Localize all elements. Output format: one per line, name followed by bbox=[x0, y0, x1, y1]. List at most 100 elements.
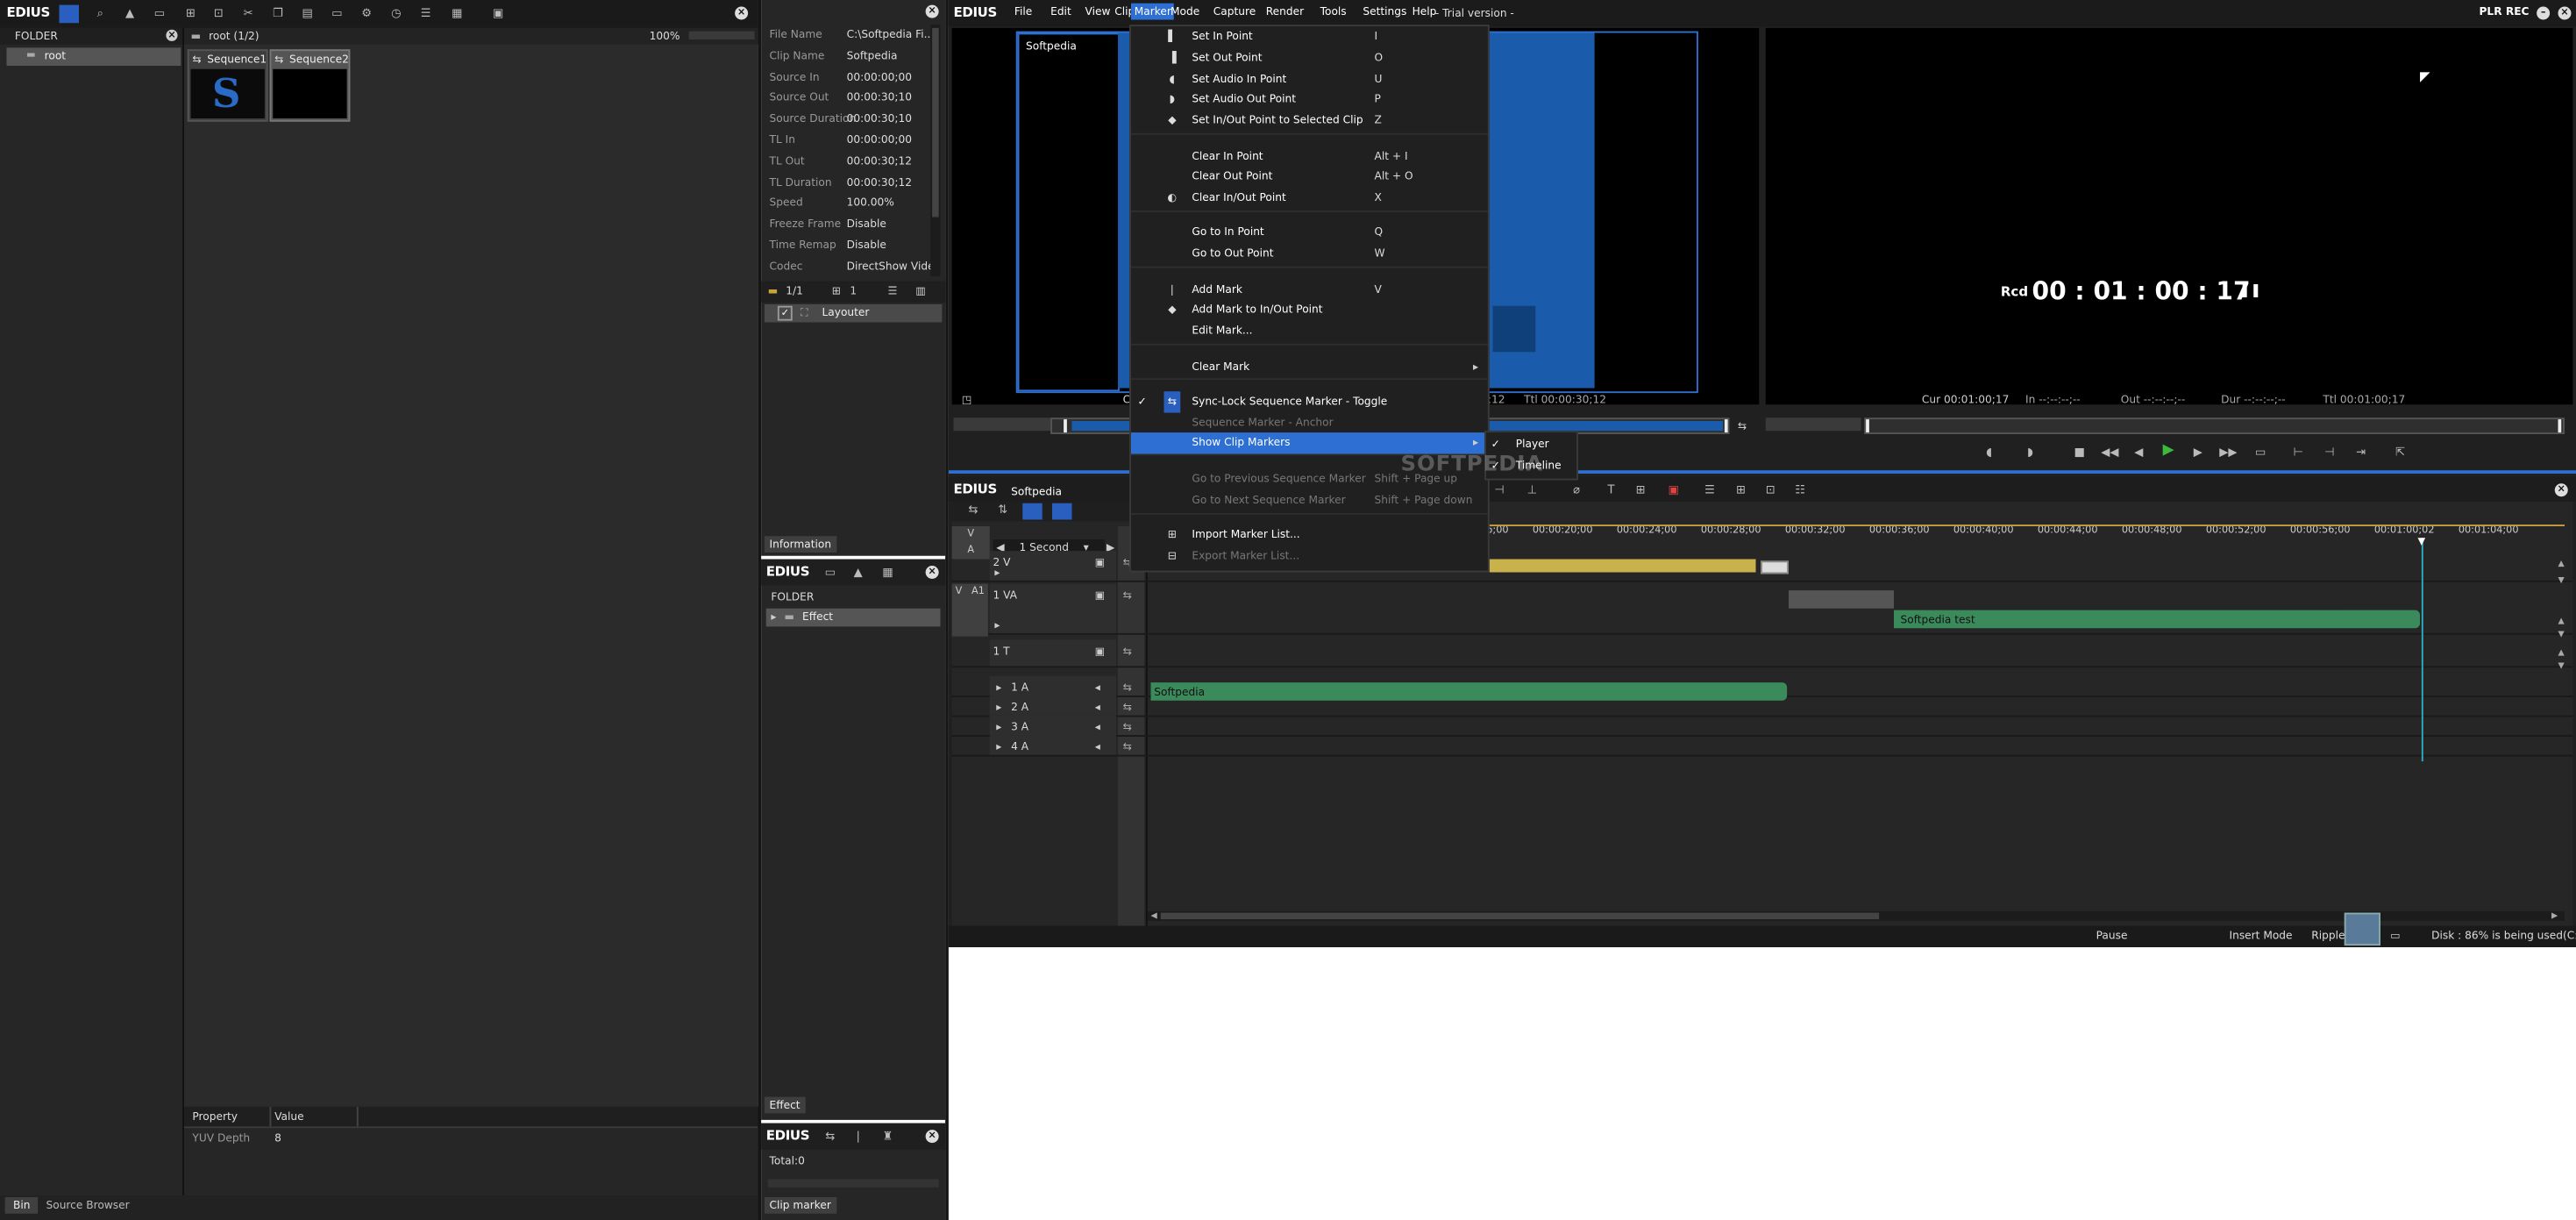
timeline-settings-icon[interactable]: ☷ bbox=[1792, 483, 1809, 498]
recorder-jog[interactable] bbox=[1765, 417, 1861, 432]
match-frame-icon[interactable]: ⇥ bbox=[2352, 446, 2369, 460]
render-icon[interactable]: ▣ bbox=[1665, 483, 1682, 498]
cut-icon[interactable]: ⊣ bbox=[1491, 483, 1508, 498]
track-lock-icon[interactable]: ▣ bbox=[1095, 556, 1106, 569]
loop-icon[interactable]: ▭ bbox=[2252, 446, 2269, 460]
insert-icon[interactable]: ⊢ bbox=[2290, 446, 2307, 460]
export-icon[interactable]: ⇱ bbox=[2392, 446, 2409, 460]
tab-bin[interactable]: Bin bbox=[4, 1197, 39, 1214]
expand-arrow-icon[interactable]: ▸ bbox=[996, 720, 1001, 733]
player-jog[interactable] bbox=[953, 417, 1051, 432]
add-track-icon[interactable]: ⊞ bbox=[1633, 483, 1649, 498]
folder-view-icon[interactable] bbox=[59, 4, 79, 24]
menu-item-edit-mark[interactable]: Edit Mark... bbox=[1131, 321, 1488, 342]
sync-lock-icon[interactable]: ⇆ bbox=[1123, 681, 1132, 694]
up-folder-icon[interactable]: ▲ bbox=[122, 7, 139, 22]
copy-icon[interactable]: ❐ bbox=[270, 7, 287, 22]
sequence-marker-icon[interactable]: ⇆ bbox=[822, 1130, 839, 1145]
cut-icon[interactable]: ✂ bbox=[240, 7, 257, 22]
va-patch[interactable]: V A1 bbox=[951, 583, 988, 637]
sync-lock-icon[interactable]: ⇆ bbox=[1123, 645, 1132, 658]
track-header[interactable]: ▸ 1 A ◂ bbox=[989, 675, 1117, 696]
overwrite-icon[interactable]: ⊣ bbox=[2322, 446, 2338, 460]
view-mode-icon[interactable]: ▦ bbox=[879, 566, 896, 581]
mode-icon[interactable]: ⇆ bbox=[965, 503, 982, 518]
view-mode-icon[interactable]: ▦ bbox=[449, 7, 466, 22]
minimize-icon[interactable]: – bbox=[2537, 6, 2551, 20]
menu-item-clear-out-point[interactable]: Clear Out Point Alt + O bbox=[1131, 167, 1488, 188]
speaker-icon[interactable]: ◂ bbox=[1095, 701, 1100, 714]
effect-list-item-layouter[interactable]: ✓ ⛶ Layouter bbox=[764, 303, 943, 323]
menu-item-set-in-out-point-to-selected-clip[interactable]: ◆ Set In/Out Point to Selected Clip Z bbox=[1131, 111, 1488, 132]
scroll-down-icon[interactable]: ▼ bbox=[2558, 575, 2565, 585]
scroll-left-icon[interactable]: ◀ bbox=[1151, 911, 1157, 921]
open-folder-icon[interactable]: ▭ bbox=[152, 7, 168, 22]
timeline-clip[interactable]: Softpedia bbox=[1150, 682, 1788, 701]
expand-arrow-icon[interactable]: ▸ bbox=[771, 610, 776, 624]
tab-clip-marker[interactable]: Clip marker bbox=[764, 1197, 836, 1214]
close-icon[interactable]: × bbox=[2558, 6, 2572, 20]
menu-item-go-to-in-point[interactable]: Go to In Point Q bbox=[1131, 223, 1488, 244]
rewind-icon[interactable]: ◀◀ bbox=[2101, 446, 2118, 460]
sync-icon[interactable]: ⊞ bbox=[1733, 483, 1749, 498]
close-icon[interactable]: × bbox=[166, 29, 178, 41]
track-header[interactable]: ▸ 4 A ◂ bbox=[989, 735, 1117, 755]
clip-thumbnail[interactable]: ⇆ Sequence2 bbox=[269, 49, 351, 122]
tab-effect[interactable]: Effect bbox=[764, 1096, 806, 1114]
safe-area-icon[interactable]: ◳ bbox=[962, 393, 972, 406]
timeline-cursor[interactable] bbox=[2421, 538, 2423, 762]
group-icon[interactable] bbox=[1052, 503, 1072, 520]
menu-item-sync-lock-sequence-marker-toggle[interactable]: ⇆ ✓ Sync-Lock Sequence Marker - Toggle bbox=[1131, 390, 1488, 412]
sync-lock-icon[interactable]: ⇆ bbox=[1123, 720, 1132, 733]
paste-icon[interactable]: ▤ bbox=[299, 7, 316, 22]
bin-settings-icon[interactable]: ▣ bbox=[490, 7, 507, 22]
add-mark-icon[interactable]: ❘ bbox=[850, 1130, 866, 1145]
close-icon[interactable]: × bbox=[925, 566, 939, 579]
sync-icon[interactable]: ⇆ bbox=[1738, 419, 1747, 432]
scroll-down-icon[interactable]: ▼ bbox=[2558, 630, 2565, 639]
scrollbar[interactable] bbox=[930, 25, 941, 276]
checkbox[interactable]: ✓ bbox=[777, 305, 793, 321]
close-icon[interactable]: × bbox=[735, 6, 749, 20]
new-sequence-icon[interactable]: ⊞ bbox=[182, 7, 199, 22]
scroll-right-icon[interactable]: ▶ bbox=[2551, 911, 2558, 921]
folder-icon[interactable]: ▭ bbox=[822, 566, 839, 581]
scroll-up-icon[interactable]: ▲ bbox=[2558, 648, 2565, 658]
menu-item-go-to-out-point[interactable]: Go to Out Point W bbox=[1131, 244, 1488, 265]
expand-arrow-icon[interactable]: ▸ bbox=[996, 681, 1001, 694]
track-header[interactable]: ▸ 2 A ◂ bbox=[989, 696, 1117, 716]
list-view-icon[interactable]: ☰ bbox=[417, 7, 434, 22]
menu-settings[interactable]: Settings bbox=[1360, 4, 1411, 20]
recorder-position-slider[interactable] bbox=[1864, 417, 2565, 434]
menu-item-set-audio-out-point[interactable]: ◗ Set Audio Out Point P bbox=[1131, 89, 1488, 111]
set-in-icon[interactable]: ◖ bbox=[1981, 446, 1997, 460]
close-icon[interactable]: × bbox=[2554, 483, 2568, 497]
track-header[interactable]: 1 VA ▣ ▸ bbox=[989, 583, 1117, 633]
timeline-clip[interactable]: Softpedia test bbox=[1894, 610, 2420, 629]
menu-render[interactable]: Render bbox=[1263, 4, 1307, 20]
monitor-icon[interactable]: ▭ bbox=[2390, 929, 2401, 942]
track-header[interactable]: ▸ 3 A ◂ bbox=[989, 715, 1117, 736]
scrollbar[interactable] bbox=[767, 1179, 939, 1188]
scroll-up-icon[interactable]: ▲ bbox=[2558, 617, 2565, 626]
track-lock-icon[interactable]: ▣ bbox=[1095, 645, 1106, 658]
expand-arrow-icon[interactable]: ▸ bbox=[996, 701, 1001, 714]
play-icon[interactable]: ▶ bbox=[2160, 443, 2177, 459]
menu-file[interactable]: File bbox=[1011, 4, 1035, 20]
properties-icon[interactable]: ⚙ bbox=[359, 7, 375, 22]
speaker-icon[interactable]: ◂ bbox=[1095, 720, 1100, 733]
sync-lock-icon[interactable]: ⇆ bbox=[1123, 589, 1132, 602]
stop-icon[interactable]: ■ bbox=[2072, 446, 2089, 460]
menu-capture[interactable]: Capture bbox=[1210, 4, 1259, 20]
zoom-slider[interactable] bbox=[688, 31, 755, 39]
menu-edit[interactable]: Edit bbox=[1047, 4, 1074, 20]
clip-thumbnail[interactable]: ⇆ Sequence1 S bbox=[187, 49, 268, 122]
track-lock-icon[interactable]: ▣ bbox=[1095, 589, 1106, 602]
speaker-icon[interactable]: ◂ bbox=[1095, 740, 1100, 753]
expand-arrow-icon[interactable]: ▸ bbox=[994, 566, 1000, 579]
sync-lock-icon[interactable]: ⇆ bbox=[1123, 701, 1132, 714]
track-header[interactable]: 2 V ▣ ▸ bbox=[989, 551, 1117, 581]
menu-item-add-mark[interactable]: ❘ Add Mark V bbox=[1131, 279, 1488, 300]
list-icon[interactable]: ☰ bbox=[888, 284, 898, 297]
snap-icon[interactable]: ⊡ bbox=[1762, 483, 1779, 498]
